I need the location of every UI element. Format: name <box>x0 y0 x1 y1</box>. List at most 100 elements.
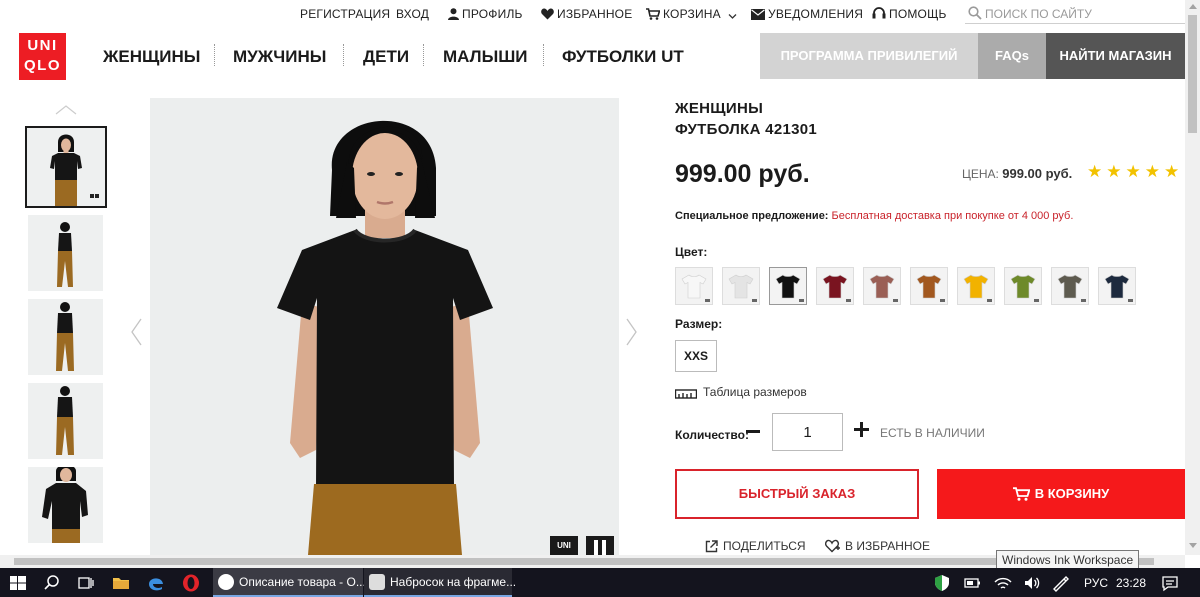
color-swatch-white[interactable] <box>675 267 713 305</box>
faq-button[interactable]: FAQs <box>978 33 1046 79</box>
previous-image-arrow-icon[interactable] <box>130 318 142 346</box>
wifi-icon[interactable] <box>993 573 1013 593</box>
search-icon[interactable] <box>42 573 62 593</box>
color-swatch-brown[interactable] <box>910 267 948 305</box>
share-link[interactable]: ПОДЕЛИТЬСЯ <box>705 539 806 553</box>
windows-start-icon[interactable] <box>8 573 28 593</box>
help-link[interactable]: ПОМОЩЬ <box>872 7 947 21</box>
scroll-down-arrow-icon[interactable] <box>1189 543 1197 548</box>
profile-link[interactable]: ПРОФИЛЬ <box>448 7 523 21</box>
cart-icon <box>1012 487 1031 501</box>
color-swatch-brown-pink[interactable] <box>863 267 901 305</box>
thumbnail-3[interactable] <box>28 299 103 375</box>
color-swatch-burgundy[interactable] <box>816 267 854 305</box>
favorites-link[interactable]: ИЗБРАННОЕ <box>541 7 632 21</box>
privilege-program-button[interactable]: ПРОГРАММА ПРИВИЛЕГИЙ <box>760 33 978 79</box>
thumbnail-2[interactable] <box>28 215 103 291</box>
size-option[interactable]: XXS <box>675 340 717 372</box>
clock[interactable]: 23:28 <box>1116 576 1146 590</box>
nav-ut[interactable]: ФУТБОЛКИ UT <box>562 47 684 67</box>
color-swatch-navy[interactable] <box>1098 267 1136 305</box>
product-price: 999.00 руб. <box>675 160 810 188</box>
page: РЕГИСТРАЦИЯ ВХОД ПРОФИЛЬ ИЗБРАННОЕ КОРЗИ… <box>0 0 1200 597</box>
search-box <box>965 4 1185 24</box>
taskbar-task-snip[interactable]: Набросок на фрагме... <box>364 568 516 597</box>
logo-line-2: QLO <box>24 57 61 74</box>
tshirt-icon <box>1104 274 1130 299</box>
find-store-button[interactable]: НАЙТИ МАГАЗИН <box>1046 33 1185 79</box>
login-link[interactable]: ВХОД <box>396 7 429 21</box>
size-chart-link[interactable]: Таблица размеров <box>674 385 807 399</box>
color-swatch-light-gray[interactable] <box>722 267 760 305</box>
windows-taskbar: Описание товара - О... Набросок на фрагм… <box>0 568 1200 597</box>
nav-men[interactable]: МУЖЧИНЫ <box>233 47 326 67</box>
image-logo-line-1: UNI <box>557 541 571 550</box>
battery-icon[interactable] <box>962 573 982 593</box>
color-swatch-green[interactable] <box>1004 267 1042 305</box>
vertical-scrollbar[interactable] <box>1185 0 1200 555</box>
size-label: Размер: <box>675 317 723 331</box>
add-to-favorites-link[interactable]: В ИЗБРАННОЕ <box>824 539 930 553</box>
cart-icon <box>646 8 661 20</box>
swatch-tag <box>987 299 992 302</box>
color-swatch-yellow[interactable] <box>957 267 995 305</box>
thumbnail-photo <box>28 467 103 543</box>
color-swatch-olive-gray[interactable] <box>1051 267 1089 305</box>
price-label: ЦЕНА: <box>962 167 999 181</box>
price-info: ЦЕНА: 999.00 руб. <box>962 166 1072 181</box>
file-explorer-icon[interactable] <box>111 573 131 593</box>
heart-icon <box>541 8 554 20</box>
scroll-up-arrow-icon[interactable] <box>1189 4 1197 9</box>
tshirt-icon <box>1010 274 1036 299</box>
quantity-label: Количество: <box>675 428 749 442</box>
volume-icon[interactable] <box>1022 573 1042 593</box>
quick-order-button[interactable]: БЫСТРЫЙ ЗАКАЗ <box>675 469 919 519</box>
nav-women[interactable]: ЖЕНЩИНЫ <box>103 47 200 67</box>
search-input[interactable] <box>985 4 1181 23</box>
thumbnail-1[interactable] <box>25 126 107 208</box>
opera-browser-icon[interactable] <box>181 573 201 593</box>
quantity-increase-button[interactable] <box>854 422 869 437</box>
offer-label: Специальное предложение: <box>675 210 829 222</box>
windows-ink-pen-icon[interactable] <box>1050 573 1070 593</box>
register-link[interactable]: РЕГИСТРАЦИЯ <box>300 7 390 21</box>
product-photo: UNI <box>150 98 619 555</box>
next-image-arrow-icon[interactable] <box>626 318 638 346</box>
thumbnails-up-arrow-icon[interactable] <box>55 105 77 115</box>
add-to-cart-label: В КОРЗИНУ <box>1034 486 1110 501</box>
swatch-tag <box>752 299 757 302</box>
uniqlo-logo[interactable]: UNI QLO <box>19 33 66 80</box>
input-language[interactable]: РУС <box>1084 576 1108 590</box>
thumbnail-photo <box>28 383 103 459</box>
snip-sketch-icon <box>369 574 385 590</box>
product-main-image[interactable]: UNI <box>150 98 619 555</box>
heart-plus-icon <box>824 539 840 553</box>
thumbnail-photo <box>28 215 103 291</box>
thumbnail-4[interactable] <box>28 383 103 459</box>
rating-stars[interactable]: ★ ★ ★ ★ ★ <box>1087 162 1183 182</box>
quantity-input[interactable] <box>772 413 843 451</box>
swatch-tag <box>1081 299 1086 302</box>
color-swatch-black[interactable] <box>769 267 807 305</box>
cart-link[interactable]: КОРЗИНА <box>646 7 740 21</box>
envelope-icon <box>751 9 765 20</box>
scrollbar-thumb[interactable] <box>14 558 1154 565</box>
nav-kids[interactable]: ДЕТИ <box>363 47 409 67</box>
notifications-link[interactable]: УВЕДОМЛЕНИЯ <box>751 7 863 21</box>
thumbnail-photo <box>28 299 103 375</box>
defender-shield-icon[interactable] <box>932 573 952 593</box>
scrollbar-thumb[interactable] <box>1188 15 1197 133</box>
taskbar-task-browser[interactable]: Описание товара - О... <box>213 568 366 597</box>
size-chart-label: Таблица размеров <box>703 385 807 399</box>
nav-divider <box>343 44 344 66</box>
search-icon[interactable] <box>968 6 982 20</box>
edge-browser-icon[interactable] <box>146 573 166 593</box>
add-to-cart-button[interactable]: В КОРЗИНУ <box>937 469 1185 519</box>
action-center-icon[interactable] <box>1160 573 1180 593</box>
quantity-decrease-button[interactable] <box>746 430 760 433</box>
nav-baby[interactable]: МАЛЫШИ <box>443 47 528 67</box>
nav-divider <box>423 44 424 66</box>
thumbnail-5[interactable] <box>28 467 103 543</box>
task-view-icon[interactable] <box>76 573 96 593</box>
swatch-tag <box>940 299 945 302</box>
